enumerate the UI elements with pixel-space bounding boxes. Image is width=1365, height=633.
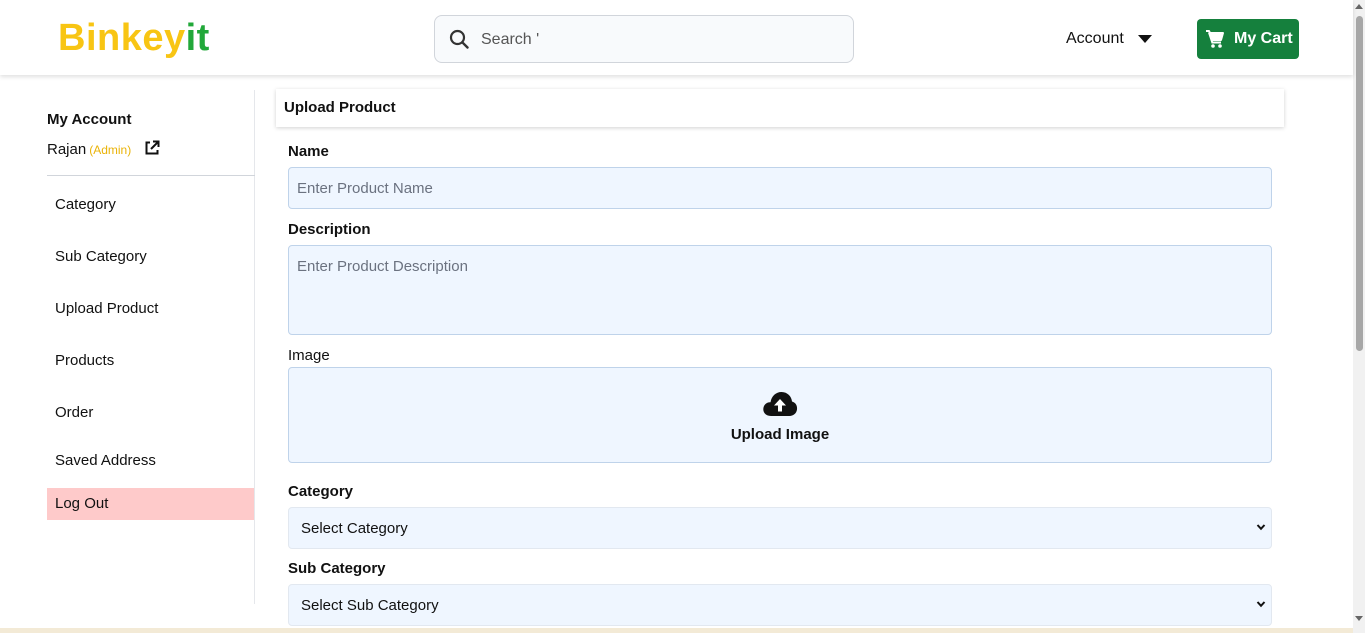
sidebar-item-upload-product[interactable]: Upload Product: [47, 293, 254, 325]
external-link-icon[interactable]: [144, 140, 160, 156]
sidebar-item-log-out[interactable]: Log Out: [47, 488, 254, 520]
sub-category-select-value: Select Sub Category: [301, 597, 439, 614]
search-placeholder: Search ': [481, 31, 540, 48]
search-icon: [449, 29, 469, 49]
sidebar-item-saved-address[interactable]: Saved Address: [47, 445, 254, 477]
category-select-value: Select Category: [301, 520, 408, 537]
cart-icon: [1206, 30, 1224, 48]
page-title: Upload Product: [284, 99, 396, 116]
cart-label: My Cart: [1234, 30, 1293, 47]
page-title-bar: Upload Product: [276, 89, 1284, 127]
scroll-down-arrow-icon[interactable]: [1355, 616, 1363, 621]
top-header: Binkeyit Search ' Account My Cart: [0, 0, 1353, 75]
description-label: Description: [288, 221, 371, 238]
logo[interactable]: Binkeyit: [58, 14, 210, 62]
scrollbar-thumb[interactable]: [1356, 16, 1363, 351]
user-info: Rajan (Admin): [47, 141, 131, 158]
sub-category-select[interactable]: Select Sub Category: [288, 584, 1272, 626]
user-role: (Admin): [89, 143, 132, 157]
search-bar[interactable]: Search ': [434, 15, 854, 63]
category-label: Category: [288, 483, 354, 500]
product-description-input[interactable]: [288, 245, 1272, 335]
account-menu[interactable]: Account: [1066, 30, 1124, 48]
upload-image-label: Upload Image: [730, 426, 830, 443]
my-cart-button[interactable]: My Cart: [1197, 19, 1299, 59]
sidebar-title: My Account: [47, 111, 132, 128]
sub-category-label: Sub Category: [288, 560, 386, 577]
category-select[interactable]: Select Category: [288, 507, 1272, 549]
sidebar-divider: [47, 175, 255, 176]
sidebar-item-sub-category[interactable]: Sub Category: [47, 241, 254, 273]
chevron-down-icon: [1256, 601, 1266, 608]
logo-part-1: Binkey: [58, 17, 186, 59]
account-sidebar: My Account Rajan (Admin) Category Sub Cat…: [47, 90, 255, 604]
cloud-upload-icon: [763, 392, 798, 416]
sidebar-item-category[interactable]: Category: [47, 189, 254, 221]
sidebar-item-products[interactable]: Products: [47, 345, 254, 377]
scroll-up-arrow-icon[interactable]: [1355, 4, 1363, 9]
page-scrollbar[interactable]: [1353, 0, 1365, 633]
product-name-input[interactable]: [288, 167, 1272, 209]
caret-down-icon[interactable]: [1138, 35, 1152, 43]
sidebar-item-order[interactable]: Order: [47, 397, 254, 429]
upload-image-dropzone[interactable]: Upload Image: [288, 367, 1272, 463]
name-label: Name: [288, 143, 329, 160]
chevron-down-icon: [1256, 524, 1266, 531]
user-name: Rajan: [47, 141, 87, 158]
logo-part-2: it: [185, 17, 210, 59]
image-label: Image: [288, 347, 330, 364]
bottom-strip: [0, 628, 1353, 633]
